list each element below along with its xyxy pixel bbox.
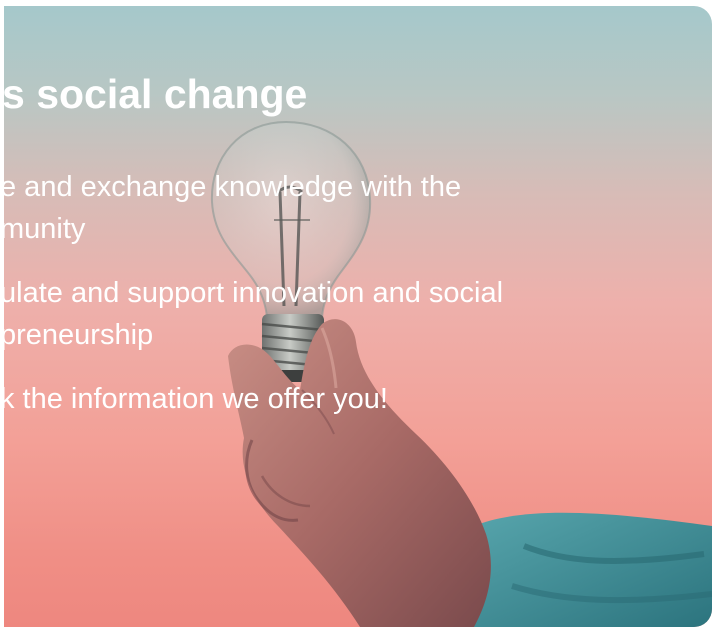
- benefit-item-line: munity: [4, 213, 86, 245]
- benefit-item-line: e and exchange knowledge with the: [4, 171, 462, 203]
- benefit-item-line: k the information we offer you!: [4, 383, 388, 415]
- hero-banner: s social change e and exchange knowledge…: [4, 6, 712, 627]
- hero-heading: s social change: [4, 71, 308, 117]
- page: s social change e and exchange knowledge…: [0, 0, 718, 627]
- benefit-item: ulate and support innovation and social …: [4, 272, 564, 356]
- benefit-item-line: ulate and support innovation and social: [4, 277, 504, 309]
- benefit-item-line: preneurship: [4, 319, 154, 351]
- benefit-item: e and exchange knowledge with the munity: [4, 166, 564, 250]
- benefit-list: e and exchange knowledge with the munity…: [4, 166, 564, 442]
- benefit-item: k the information we offer you!: [4, 378, 564, 420]
